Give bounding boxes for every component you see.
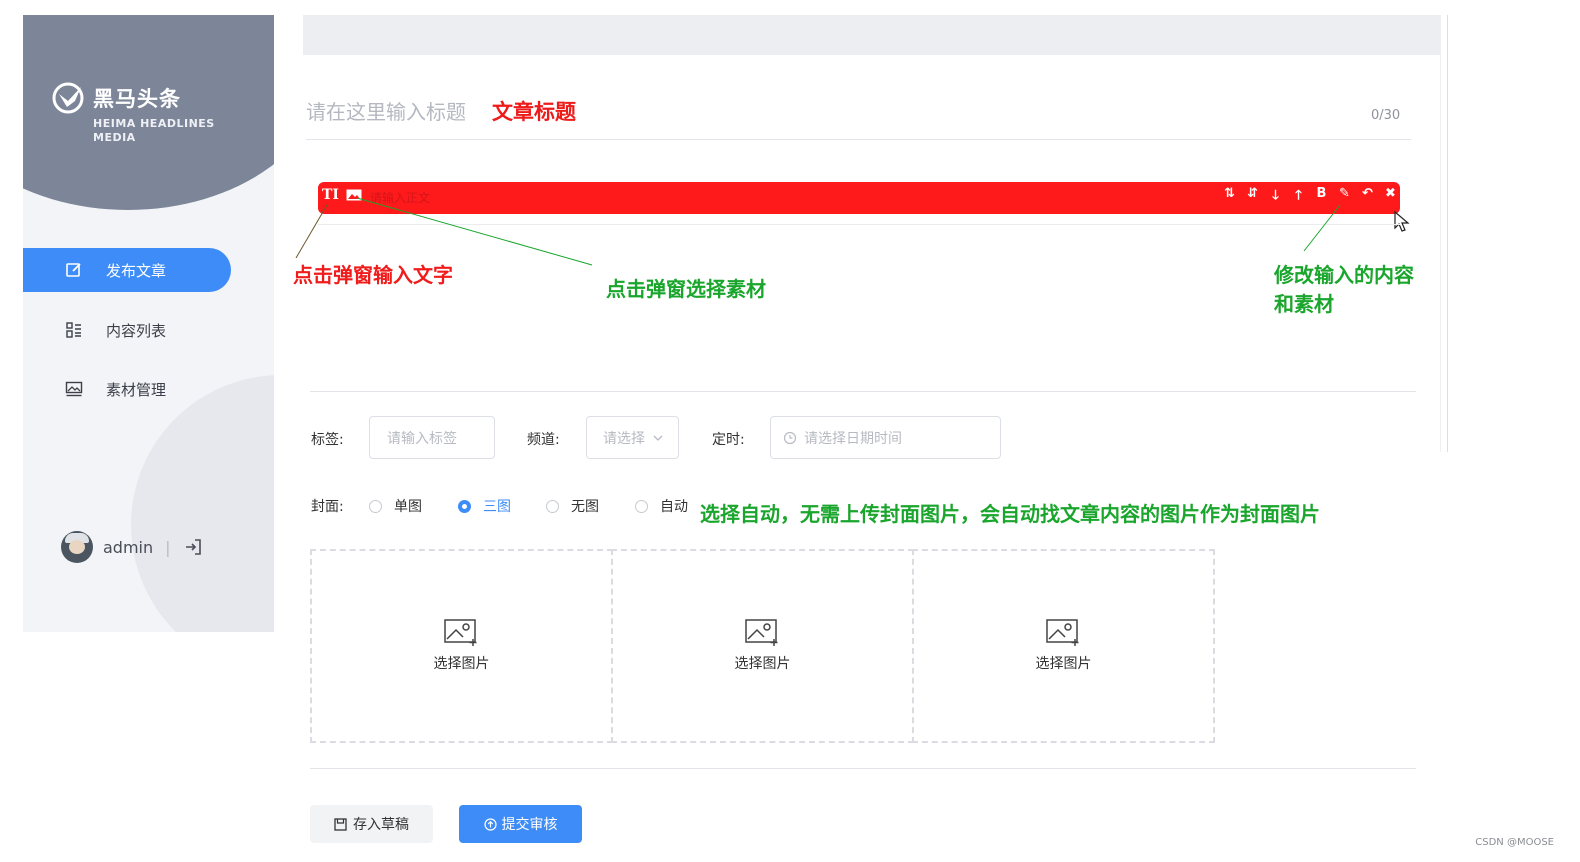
cover-option-single[interactable]: 单图 [369, 496, 422, 516]
watermark: CSDN @MOOSE [1475, 837, 1554, 848]
tag-input[interactable]: 请输入标签 [369, 416, 495, 459]
cover-option-none[interactable]: 无图 [546, 496, 599, 516]
cover-option-auto[interactable]: 自动 [635, 496, 688, 516]
channel-select[interactable]: 请选择 [586, 416, 679, 459]
radio-label: 无图 [571, 499, 599, 515]
schedule-placeholder: 请选择日期时间 [804, 430, 902, 447]
channel-placeholder: 请选择 [603, 430, 645, 447]
annotation-modify-line2: 和素材 [1274, 292, 1334, 316]
annotation-modify-line1: 修改输入的内容 [1274, 263, 1414, 287]
channel-label: 频道: [527, 432, 560, 448]
upload-label: 选择图片 [1035, 656, 1092, 672]
annotation-text-popup: 点击弹窗输入文字 [293, 263, 453, 287]
footer-divider [310, 768, 1416, 769]
chevron-down-icon [653, 435, 663, 441]
annotation-material-popup: 点击弹窗选择素材 [606, 277, 766, 301]
radio-single[interactable] [369, 499, 382, 513]
add-image-icon [443, 619, 476, 646]
schedule-label: 定时: [712, 432, 745, 448]
upload-icon [483, 817, 497, 831]
add-image-icon [744, 619, 777, 646]
upload-box[interactable]: 选择图片 [611, 549, 914, 743]
upload-box[interactable]: 选择图片 [912, 549, 1215, 743]
save-draft-label: 存入草稿 [353, 817, 409, 833]
tag-label: 标签: [311, 432, 344, 448]
upload-box[interactable]: 选择图片 [310, 549, 613, 743]
save-icon [334, 817, 347, 831]
content-divider [310, 391, 1416, 392]
cover-label: 封面: [311, 499, 344, 515]
radio-label: 单图 [394, 499, 422, 515]
cover-option-three[interactable]: 三图 [458, 496, 511, 516]
save-draft-button[interactable]: 存入草稿 [310, 805, 433, 843]
add-image-icon [1045, 619, 1078, 646]
radio-three[interactable] [458, 499, 471, 513]
annotation-cover-auto: 选择自动，无需上传封面图片，会自动找文章内容的图片作为封面图片 [700, 502, 1320, 526]
submit-review-button[interactable]: 提交审核 [459, 805, 582, 843]
upload-label: 选择图片 [433, 656, 490, 672]
schedule-picker[interactable]: 请选择日期时间 [770, 416, 1001, 459]
tag-placeholder: 请输入标签 [387, 430, 457, 447]
submit-review-label: 提交审核 [501, 817, 558, 833]
clock-icon [783, 431, 797, 444]
upload-label: 选择图片 [734, 656, 791, 672]
radio-auto[interactable] [635, 499, 648, 513]
radio-none[interactable] [546, 499, 559, 513]
radio-label: 三图 [483, 499, 511, 515]
radio-label: 自动 [660, 499, 688, 515]
